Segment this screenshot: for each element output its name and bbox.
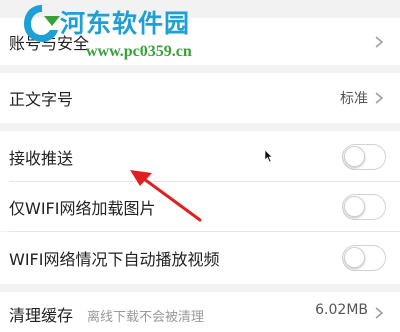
toggle-knob xyxy=(344,145,365,167)
wifi-autoplay-label: WIFI网络情况下自动播放视频 xyxy=(9,250,220,269)
push-toggle[interactable] xyxy=(342,143,386,170)
wifi-images-toggle[interactable] xyxy=(342,193,386,220)
settings-row-wifi-images: 仅WIFI网络加载图片 xyxy=(0,182,400,231)
toggle-knob xyxy=(344,247,365,268)
settings-row-font-size[interactable]: 正文字号 标准 xyxy=(0,73,400,123)
clear-cache-hint: 离线下载不会被清理 xyxy=(87,310,205,325)
clear-cache-label: 清理缓存 xyxy=(9,306,74,325)
watermark-title: 河东软件园 xyxy=(60,9,191,38)
font-size-value: 标准 xyxy=(340,91,368,107)
clear-cache-label-group: 清理缓存 离线下载不会被清理 xyxy=(9,302,204,326)
settings-row-push: 接收推送 xyxy=(0,131,400,182)
watermark-logo xyxy=(24,5,60,42)
clear-cache-size: 6.02MB xyxy=(315,302,368,318)
settings-row-wifi-autoplay: WIFI网络情况下自动播放视频 xyxy=(0,232,400,284)
font-size-label: 正文字号 xyxy=(9,90,74,109)
toggle-knob xyxy=(344,195,365,217)
chevron-right-icon xyxy=(373,306,385,320)
chevron-right-icon xyxy=(373,35,385,49)
wifi-autoplay-toggle[interactable] xyxy=(342,245,386,271)
push-label: 接收推送 xyxy=(9,148,74,168)
watermark: 河东软件园 www.pc0359.cn xyxy=(20,2,240,66)
chevron-right-icon xyxy=(373,91,385,105)
watermark-url: www.pc0359.cn xyxy=(86,43,192,60)
wifi-images-label: 仅WIFI网络加载图片 xyxy=(9,198,156,218)
settings-row-clear-cache[interactable]: 清理缓存 离线下载不会被清理 6.02MB xyxy=(0,292,400,332)
mouse-cursor-icon xyxy=(264,149,273,163)
